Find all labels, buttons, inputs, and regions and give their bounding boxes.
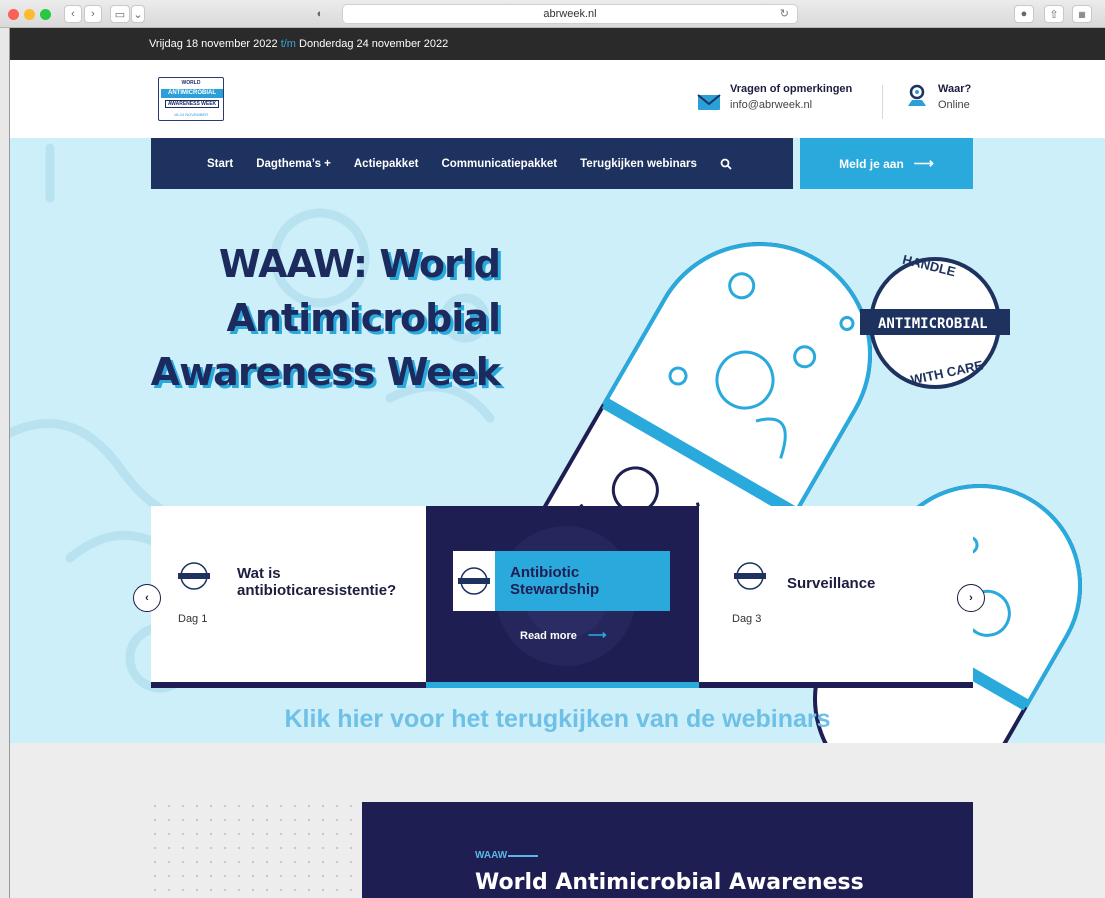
card-dag-2[interactable]: Antibiotic Stewardship Read more ⟶	[426, 506, 699, 688]
hero-title-awareness-week: Awareness Week	[150, 350, 501, 394]
contact-block: Vragen of opmerkingen info@abrweek.nl	[730, 83, 852, 111]
day-theme-carousel: Wat is antibioticaresistentie? Dag 1 Ant…	[151, 506, 973, 688]
card-day: Dag 3	[732, 613, 762, 625]
about-card: WAAW World Antimicrobial Awareness	[362, 802, 973, 898]
forward-icon[interactable]: ›	[84, 5, 102, 23]
logo-antimicrobial: ANTIMICROBIAL	[161, 89, 223, 98]
end-date: Donderdag 24 november 2022	[299, 38, 449, 50]
nav-terugkijken-webinars[interactable]: Terugkijken webinars	[580, 158, 697, 170]
dot-pattern	[148, 799, 368, 898]
contact-email[interactable]: info@abrweek.nl	[730, 99, 852, 111]
url-text: abrweek.nl	[543, 8, 597, 20]
nav-start[interactable]: Start	[207, 158, 233, 170]
website: Vrijdag 18 november 2022 t/m Donderdag 2…	[10, 28, 1105, 898]
site-logo[interactable]: WORLD ANTIMICROBIAL AWARENESS WEEK 18-24…	[158, 77, 224, 121]
read-more-label: Read more	[520, 630, 577, 642]
card-title: Antibiotic Stewardship	[510, 564, 600, 598]
handle-with-care-icon	[178, 562, 210, 590]
card-dag-1[interactable]: Wat is antibioticaresistentie? Dag 1	[151, 506, 426, 688]
search-icon[interactable]	[720, 158, 732, 170]
arrow-right-icon: ⟶	[587, 627, 607, 642]
about-kicker: WAAW	[475, 850, 508, 861]
location-title: Waar?	[938, 83, 972, 95]
nav-actiepakket[interactable]: Actiepakket	[354, 158, 419, 170]
share-icon[interactable]: ⇧	[1044, 5, 1064, 23]
location-value: Online	[938, 99, 970, 111]
contact-title: Vragen of opmerkingen	[730, 83, 853, 95]
hero-title-antimicrobial: Antimicrobial	[226, 296, 501, 340]
address-bar[interactable]: abrweek.nl ↻	[342, 4, 798, 24]
signup-label: Meld je aan	[839, 156, 904, 171]
signup-button[interactable]: Meld je aan ⟶	[800, 138, 973, 189]
card-title: Surveillance	[787, 575, 876, 592]
card-underline	[426, 682, 699, 688]
about-heading: World Antimicrobial Awareness	[475, 870, 864, 895]
card-day: Dag 1	[178, 613, 208, 625]
badge-antimicrobial: ANTIMICROBIAL	[878, 316, 988, 332]
chevron-right-icon: ›	[969, 592, 973, 604]
card-underline	[699, 682, 973, 688]
read-more-link[interactable]: Read more ⟶	[520, 627, 607, 643]
card-title: Wat is antibioticaresistentie?	[237, 565, 397, 599]
event-dates: Vrijdag 18 november 2022 t/m Donderdag 2…	[149, 38, 448, 50]
logo-awareness-week: AWARENESS WEEK	[165, 100, 219, 108]
tabs-overview-icon[interactable]: ▦	[1072, 5, 1092, 23]
chevron-down-icon[interactable]: ⌄	[131, 5, 145, 23]
carousel-next-button[interactable]: ›	[957, 584, 985, 612]
card-underline	[151, 682, 426, 688]
nav-dagthemas[interactable]: Dagthema’s +	[256, 158, 331, 170]
minimize-window-button[interactable]	[24, 9, 35, 20]
date-bar: Vrijdag 18 november 2022 t/m Donderdag 2…	[10, 28, 1105, 60]
map-pin-icon	[908, 84, 926, 106]
sidebar-icon[interactable]: ▭	[110, 5, 130, 23]
mail-icon	[697, 94, 721, 110]
hero-title-world: World	[379, 242, 501, 286]
logo-world: WORLD	[181, 80, 201, 86]
card-dag-3[interactable]: Surveillance Dag 3	[699, 506, 973, 688]
handle-with-care-icon	[734, 562, 766, 590]
start-date: Vrijdag 18 november 2022	[149, 38, 278, 50]
webinars-link[interactable]: Klik hier voor het terugkijken van de we…	[10, 705, 1105, 734]
main-nav: Start Dagthema’s + Actiepakket Communica…	[151, 138, 793, 189]
header-divider	[882, 85, 883, 119]
hero-title-prefix: WAAW:	[218, 242, 380, 286]
logo-dates: 18-24 NOVEMBER	[173, 112, 209, 117]
hero-title: WAAW: World Antimicrobial Awareness Week	[100, 237, 501, 399]
privacy-icon[interactable]: ◐	[311, 5, 329, 23]
reload-icon[interactable]: ↻	[780, 5, 789, 23]
carousel-prev-button[interactable]: ‹	[133, 584, 161, 612]
location-block: Waar? Online	[938, 83, 971, 111]
zoom-window-button[interactable]	[40, 9, 51, 20]
window-edge	[0, 28, 10, 898]
date-separator: t/m	[280, 38, 296, 50]
kicker-line	[508, 855, 538, 857]
download-icon[interactable]: ●	[1014, 5, 1034, 23]
close-window-button[interactable]	[8, 9, 19, 20]
handle-with-care-icon	[458, 567, 490, 595]
arrow-right-icon: ⟶	[913, 155, 934, 171]
browser-toolbar: ‹ › ▭ ⌄ ◐ abrweek.nl ↻ ● ⇧ ▦	[0, 0, 1105, 28]
back-icon[interactable]: ‹	[64, 5, 82, 23]
chevron-left-icon: ‹	[145, 592, 149, 604]
nav-communicatiepakket[interactable]: Communicatiepakket	[441, 158, 557, 170]
